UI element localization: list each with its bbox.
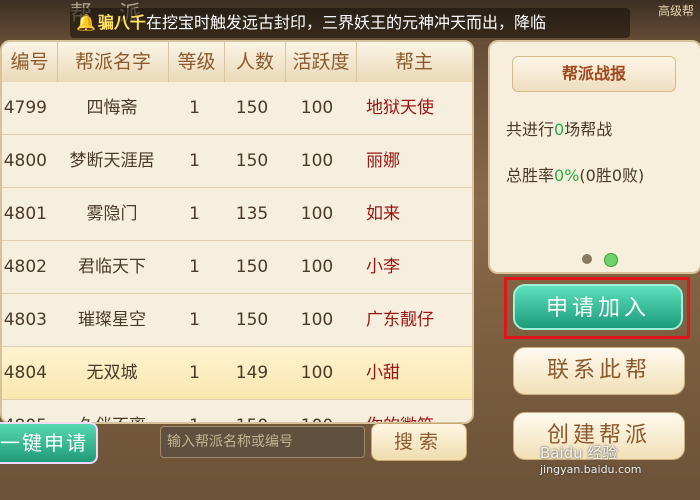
war-report-title: 帮派战报 [512,56,676,92]
search-button[interactable]: 搜索 [371,423,467,461]
join-highlight-box [504,277,690,339]
cell-name: 四悔斋 [86,98,138,118]
table-row-selected[interactable]: 4804 无双城 1 149 100 小甜 [2,347,472,400]
cell-name: 无双城 [86,363,138,383]
cell-members: 150 [235,310,269,330]
cell-members: 149 [235,363,269,383]
cell-id: 4800 [3,151,47,171]
page-dot-active[interactable] [604,253,618,267]
guild-list-panel: 编号 帮派名字 等级 人数 活跃度 帮主 4799 四悔斋 1 150 100 … [0,40,474,424]
contact-guild-button[interactable]: 联系此帮 [513,347,685,395]
cell-activity: 100 [300,363,334,383]
cell-id: 4804 [3,363,47,383]
cell-activity: 100 [300,98,334,118]
page-dot[interactable] [582,254,592,264]
corner-tag: 高级帮 [657,4,694,18]
cell-name: 梦断天涯居 [69,151,155,171]
winrate-suffix: (0胜0败) [579,166,645,185]
war-report-panel: 帮派战报 共进行0场帮战 总胜率0%(0胜0败) [488,40,700,274]
cell-activity: 100 [300,310,334,330]
cell-level: 1 [189,363,200,383]
cell-leader: 地狱天使 [366,98,434,118]
cell-members: 150 [235,98,269,118]
ticker-text: 在挖宝时触发远古封印，三界妖王的元神冲天而出，降临 [145,13,546,32]
table-row[interactable]: 4803 璀璨星空 1 150 100 广东靓仔 [2,294,472,347]
header-level: 等级 [169,42,225,82]
cell-level: 1 [189,257,200,277]
ticker-highlight: 骗八千 [97,13,146,32]
cell-name: 雾隐门 [86,204,138,224]
cell-level: 1 [189,310,200,330]
table-row[interactable]: 4799 四悔斋 1 150 100 地狱天使 [2,82,472,135]
cell-id: 4799 [3,98,47,118]
header-id: 编号 [2,42,58,82]
winrate-stat: 总胜率0%(0胜0败) [506,162,644,186]
cell-leader: 丽娜 [366,151,400,171]
cell-leader: 你的微笑 [352,400,466,422]
cell-level: 1 [189,151,200,171]
cell-activity: 100 [300,204,334,224]
page-indicator [582,253,618,267]
watermark: Baidu 经验 jingyan.baidu.com [540,442,642,476]
table-row[interactable]: 4805 久伴不离 1 150 100 你的微笑 [2,400,472,422]
header-members: 人数 [225,42,286,82]
cell-leader: 如来 [366,204,400,224]
cell-name: 璀璨星空 [78,310,146,330]
announcement-ticker: 🔔 骗八千在挖宝时触发远古封印，三界妖王的元神冲天而出，降临 [70,8,630,38]
cell-id: 4803 [3,310,47,330]
table-row[interactable]: 4800 梦断天涯居 1 150 100 丽娜 [2,135,472,188]
table-row[interactable]: 4801 雾隐门 1 135 100 如来 [2,188,472,241]
cell-members: 150 [222,400,282,422]
winrate-prefix: 总胜率 [506,166,555,185]
cell-id: 4801 [3,204,47,224]
search-input[interactable] [160,426,365,458]
cell-name: 君临天下 [78,257,146,277]
cell-leader: 小甜 [366,363,400,383]
cell-leader: 小李 [366,257,400,277]
cell-activity: 100 [300,257,334,277]
cell-id: 4802 [3,257,47,277]
table-row[interactable]: 4802 君临天下 1 150 100 小李 [2,241,472,294]
header-leader: 帮主 [394,51,433,73]
apply-all-button[interactable]: 一键申请 [0,422,98,464]
winrate-value: 0% [554,166,580,185]
battles-stat: 共进行0场帮战 [506,116,612,140]
battles-prefix: 共进行 [506,120,555,139]
table-body: 4799 四悔斋 1 150 100 地狱天使 4800 梦断天涯居 1 150… [2,82,472,422]
cell-leader: 广东靓仔 [366,310,434,330]
cell-members: 135 [235,204,269,224]
cell-activity: 100 [300,151,334,171]
watermark-text: Baidu 经验 [540,444,618,462]
header-name: 帮派名字 [58,42,169,82]
battles-count: 0 [554,120,565,139]
cell-id: 4805 [2,400,57,422]
cell-activity: 100 [282,400,352,422]
cell-members: 150 [235,151,269,171]
header-activity: 活跃度 [286,42,357,82]
bell-icon: 🔔 [76,13,96,32]
cell-name: 久伴不离 [57,400,167,422]
battles-suffix: 场帮战 [564,120,613,139]
cell-level: 1 [189,204,200,224]
cell-members: 150 [235,257,269,277]
cell-level: 1 [167,400,222,422]
watermark-url: jingyan.baidu.com [540,463,642,476]
cell-level: 1 [189,98,200,118]
table-header: 编号 帮派名字 等级 人数 活跃度 帮主 [2,42,472,83]
